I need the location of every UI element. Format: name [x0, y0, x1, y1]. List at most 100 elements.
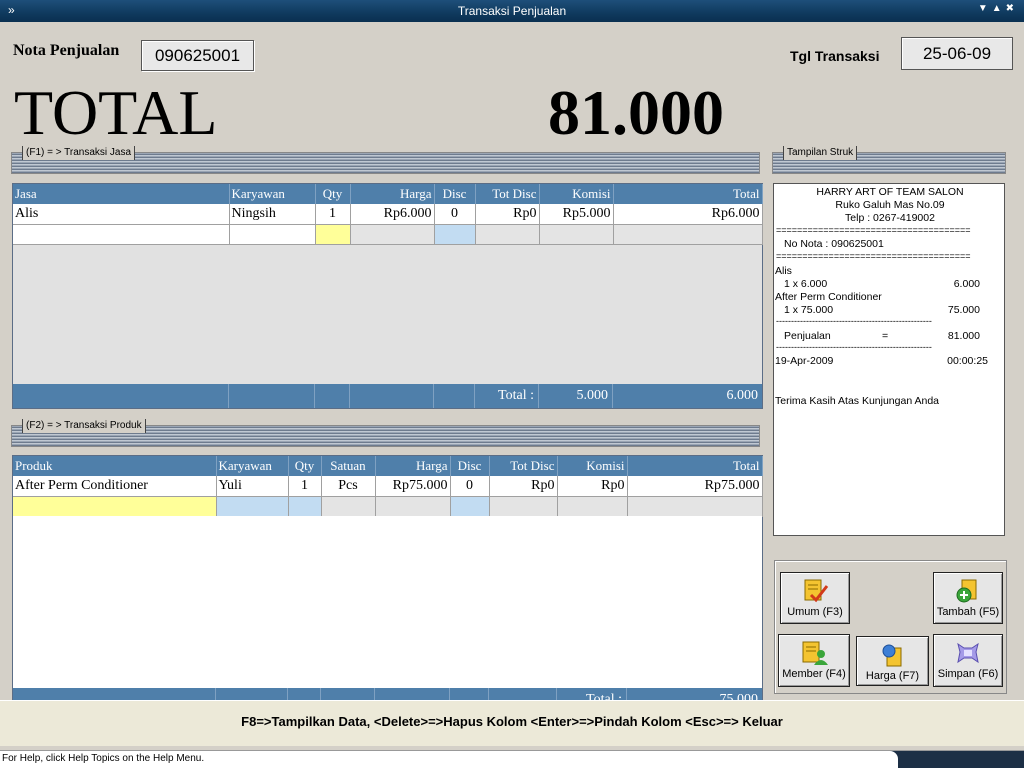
cell-qty[interactable]: 1: [315, 204, 351, 225]
receipt-store-name: HARRY ART OF TEAM SALON: [816, 186, 964, 198]
receipt-item-name: After Perm Conditioner: [775, 291, 882, 303]
total-amount: 81.000: [548, 77, 724, 148]
cell-total[interactable]: Rp75.000: [627, 476, 763, 497]
new-cell-total[interactable]: [613, 224, 763, 245]
jasa-caption: (F1) = > Transaksi Jasa: [22, 146, 136, 160]
jasa-col-totdisc[interactable]: Tot Disc: [475, 184, 540, 204]
jasa-col-qty[interactable]: Qty: [315, 184, 351, 204]
new-cell-qty[interactable]: [288, 496, 322, 517]
jasa-col-disc[interactable]: Disc: [434, 184, 476, 204]
member-button[interactable]: Member (F4): [778, 634, 850, 687]
new-cell-komisi[interactable]: [557, 496, 628, 517]
cell-satuan[interactable]: Pcs: [321, 476, 376, 497]
jasa-grid[interactable]: Jasa Karyawan Qty Harga Disc Tot Disc Ko…: [12, 183, 763, 409]
window-controls[interactable]: ▼▲✖: [978, 3, 1018, 14]
new-cell-jasa[interactable]: [13, 224, 230, 245]
window-title: Transaksi Penjualan: [457, 4, 567, 18]
member-user-icon: [802, 641, 828, 665]
receipt-item-total: 75.000: [947, 304, 980, 316]
new-cell-karyawan[interactable]: [216, 496, 289, 517]
cell-karyawan[interactable]: Yuli: [216, 476, 289, 497]
new-cell-komisi[interactable]: [539, 224, 614, 245]
cell-disc[interactable]: 0: [434, 204, 476, 225]
jasa-col-harga[interactable]: Harga: [350, 184, 435, 204]
title-bar: » Transaksi Penjualan ▼▲✖: [0, 0, 1024, 22]
status-bar: For Help, click Help Topics on the Help …: [0, 750, 1024, 768]
jasa-col-jasa[interactable]: Jasa: [13, 184, 230, 204]
produk-col-karyawan[interactable]: Karyawan: [216, 456, 289, 476]
new-cell-produk[interactable]: [13, 496, 217, 517]
cell-karyawan[interactable]: Ningsih: [229, 204, 316, 225]
produk-col-total[interactable]: Total: [627, 456, 763, 476]
cell-harga[interactable]: Rp75.000: [375, 476, 451, 497]
umum-button[interactable]: Umum (F3): [780, 572, 850, 624]
nota-field[interactable]: 090625001: [141, 40, 254, 71]
receipt-item-qty: 1 x 6.000: [784, 278, 828, 290]
receipt-item-qty: 1 x 75.000: [784, 304, 834, 316]
cell-total[interactable]: Rp6.000: [613, 204, 763, 225]
receipt-penjualan-label: Penjualan: [784, 330, 831, 342]
produk-col-qty[interactable]: Qty: [288, 456, 322, 476]
table-row[interactable]: After Perm Conditioner Yuli 1 Pcs Rp75.0…: [13, 476, 763, 497]
new-cell-karyawan[interactable]: [229, 224, 316, 245]
cell-produk[interactable]: After Perm Conditioner: [13, 476, 217, 497]
document-check-icon: [804, 579, 829, 603]
new-cell-total[interactable]: [627, 496, 763, 517]
cell-totdisc[interactable]: Rp0: [475, 204, 540, 225]
simpan-button[interactable]: Simpan (F6): [933, 634, 1003, 687]
produk-grid-empty-area: [13, 516, 762, 690]
new-cell-disc[interactable]: [434, 224, 476, 245]
jasa-header-row: Jasa Karyawan Qty Harga Disc Tot Disc Ko…: [13, 184, 763, 204]
tgl-label: Tgl Transaksi: [790, 48, 880, 64]
receipt-address: Ruko Galuh Mas No.09: [835, 199, 945, 211]
simpan-button-label: Simpan (F6): [937, 668, 999, 680]
cell-jasa[interactable]: Alis: [13, 204, 230, 225]
umum-button-label: Umum (F3): [787, 606, 843, 618]
jasa-col-total[interactable]: Total: [613, 184, 763, 204]
produk-col-disc[interactable]: Disc: [450, 456, 490, 476]
total-label: TOTAL: [14, 77, 218, 148]
add-document-icon: [956, 579, 977, 603]
cell-komisi[interactable]: Rp5.000: [539, 204, 614, 225]
receipt-thanks: Terima Kasih Atas Kunjungan Anda: [775, 395, 940, 407]
new-cell-totdisc[interactable]: [489, 496, 558, 517]
receipt-dash-separator: ----------------------------------------…: [776, 316, 932, 326]
jasa-col-karyawan[interactable]: Karyawan: [229, 184, 316, 204]
new-cell-disc[interactable]: [450, 496, 490, 517]
table-row[interactable]: Alis Ningsih 1 Rp6.000 0 Rp0 Rp5.000 Rp6…: [13, 204, 763, 225]
produk-header-row: Produk Karyawan Qty Satuan Harga Disc To…: [13, 456, 763, 476]
produk-col-totdisc[interactable]: Tot Disc: [489, 456, 558, 476]
nota-label: Nota Penjualan: [13, 42, 120, 59]
new-cell-harga[interactable]: [375, 496, 451, 517]
status-text: For Help, click Help Topics on the Help …: [0, 751, 898, 768]
new-entry-row[interactable]: [13, 224, 763, 245]
cell-harga[interactable]: Rp6.000: [350, 204, 435, 225]
price-document-icon: [882, 644, 901, 667]
receipt-date: 19-Apr-2009: [775, 355, 834, 367]
new-cell-harga[interactable]: [350, 224, 435, 245]
new-cell-totdisc[interactable]: [475, 224, 540, 245]
new-cell-satuan[interactable]: [321, 496, 376, 517]
cell-disc[interactable]: 0: [450, 476, 490, 497]
jasa-groupbar: (F1) = > Transaksi Jasa: [11, 146, 760, 174]
produk-grid[interactable]: Produk Karyawan Qty Satuan Harga Disc To…: [12, 455, 763, 713]
produk-col-harga[interactable]: Harga: [375, 456, 451, 476]
new-entry-row[interactable]: [13, 496, 763, 517]
produk-col-komisi[interactable]: Komisi: [557, 456, 628, 476]
cell-qty[interactable]: 1: [288, 476, 322, 497]
produk-caption: (F2) = > Transaksi Produk: [22, 419, 146, 433]
struk-caption: Tampilan Struk: [783, 146, 858, 160]
cell-komisi[interactable]: Rp0: [557, 476, 628, 497]
receipt-separator: =====================================: [776, 225, 971, 235]
receipt-penjualan-eq: =: [882, 330, 889, 342]
produk-col-produk[interactable]: Produk: [13, 456, 217, 476]
produk-col-satuan[interactable]: Satuan: [321, 456, 376, 476]
new-cell-qty[interactable]: [315, 224, 351, 245]
cell-totdisc[interactable]: Rp0: [489, 476, 558, 497]
receipt-time: 00:00:25: [947, 355, 988, 367]
tgl-field[interactable]: 25-06-09: [901, 37, 1013, 70]
jasa-col-komisi[interactable]: Komisi: [539, 184, 614, 204]
harga-button[interactable]: Harga (F7): [856, 636, 929, 686]
tambah-button[interactable]: Tambah (F5): [933, 572, 1003, 624]
receipt-dash-separator: ----------------------------------------…: [776, 342, 932, 352]
